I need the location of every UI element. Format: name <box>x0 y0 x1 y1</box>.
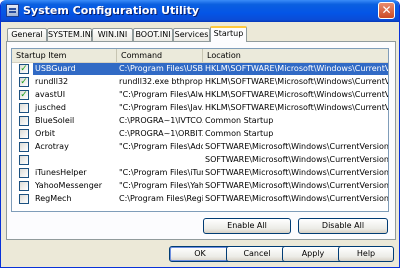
config-window-icon <box>6 4 19 17</box>
location-cell: HKLM\SOFTWARE\Microsoft\Windows\CurrentV… <box>205 90 388 99</box>
table-row[interactable]: RegMech C:\Program Files\Regi... SOFTWARE\… <box>12 193 388 205</box>
startup-item-cell <box>33 154 117 166</box>
startup-item-cell: YahooMessenger <box>35 181 102 190</box>
enable-checkbox[interactable]: ✓ <box>19 90 29 100</box>
table-row[interactable]: ✓ rundll32 rundll32.exe bthprops...HKLM\SO… <box>12 76 388 88</box>
table-row[interactable]: ✓ USBGuardC:\Program Files\USB ...HKLM\SO… <box>12 63 388 75</box>
startup-item-cell: Acrotray <box>35 142 69 151</box>
help-button[interactable]: Help <box>338 246 394 262</box>
apply-button[interactable]: Apply <box>282 246 344 262</box>
close-icon[interactable]: ✕ <box>378 2 395 19</box>
column-header-location[interactable]: Location <box>203 49 388 62</box>
enable-checkbox[interactable]: ✓ <box>19 77 29 87</box>
enable-checkbox[interactable] <box>19 142 29 152</box>
startup-item-cell: rundll32 <box>35 77 69 86</box>
enable-checkbox[interactable] <box>19 194 29 204</box>
enable-checkbox[interactable] <box>19 155 29 165</box>
command-cell: "C:\Program Files\iTun... <box>119 168 203 177</box>
check-mark-icon: ✓ <box>20 64 28 74</box>
enable-all-button[interactable]: Enable All <box>203 218 291 234</box>
startup-item-cell: iTunesHelper <box>35 168 87 177</box>
tab-system-ini[interactable]: SYSTEM.INI <box>47 28 93 41</box>
enable-checkbox[interactable] <box>19 103 29 113</box>
table-row[interactable]: iTunesHelper "C:\Program Files\iTun...SOF… <box>12 167 388 179</box>
check-mark-icon: ✓ <box>20 90 28 100</box>
enable-checkbox[interactable] <box>19 168 29 178</box>
startup-item-cell: jusched <box>35 103 66 112</box>
location-cell: SOFTWARE\Microsoft\Windows\CurrentVersio… <box>205 155 388 164</box>
command-cell: "C:\Program Files\Yah... <box>119 181 203 190</box>
location-cell: HKLM\SOFTWARE\Microsoft\Windows\CurrentV… <box>205 77 388 86</box>
startup-item-cell: Orbit <box>35 129 56 138</box>
startup-item-cell: RegMech <box>35 194 72 203</box>
enable-checkbox[interactable] <box>19 129 29 139</box>
table-row[interactable]: SOFTWARE\Microsoft\Windows\CurrentVersio… <box>12 154 388 166</box>
command-cell: rundll32.exe bthprops... <box>119 77 203 86</box>
location-cell: SOFTWARE\Microsoft\Windows\CurrentVersio… <box>205 194 388 203</box>
startup-list[interactable]: Startup Item Command Location ✓ USBGuard C… <box>11 48 389 212</box>
location-cell: SOFTWARE\Microsoft\Windows\CurrentVersio… <box>205 181 388 190</box>
startup-item-cell: USBGuard <box>33 63 117 75</box>
command-cell: "C:\Program Files\Jav... <box>119 103 203 112</box>
command-cell: C:\Program Files\Regi... <box>119 194 203 203</box>
check-mark-icon: ✓ <box>20 77 28 87</box>
command-cell: C:\Program Files\USB ... <box>117 63 203 75</box>
column-header-startup-item[interactable]: Startup Item <box>12 49 117 62</box>
column-header-command[interactable]: Command <box>117 49 203 62</box>
command-cell <box>117 154 203 166</box>
startup-item-cell: BlueSoleil <box>35 116 75 125</box>
table-row[interactable]: Orbit C:\PROGRA~1\ORBIT... Common Startup <box>12 128 388 140</box>
location-cell: Common Startup <box>205 116 274 125</box>
enable-checkbox[interactable] <box>19 181 29 191</box>
command-cell: C:\PROGRA~1\ORBIT... <box>119 129 203 138</box>
location-cell: HKLM\SOFTWARE\Microsoft\Windows\CurrentV… <box>205 103 388 112</box>
location-cell: Common Startup <box>205 129 274 138</box>
startup-item-cell: avastUI <box>35 90 66 99</box>
table-row[interactable]: jusched "C:\Program Files\Jav... HKLM\SOFT… <box>12 102 388 114</box>
list-header: Startup Item Command Location <box>12 49 388 63</box>
location-cell: SOFTWARE\Microsoft\Windows\CurrentVersio… <box>205 168 388 177</box>
table-row[interactable]: BlueSoleil C:\PROGRA~1\IVTCO... Common Sta… <box>12 115 388 127</box>
location-cell: SOFTWARE\Microsoft\Windows\CurrentVersio… <box>205 142 388 151</box>
command-cell: C:\PROGRA~1\IVTCO... <box>119 116 203 125</box>
tab-win-ini[interactable]: WIN.INI <box>92 28 133 41</box>
tab-boot-ini[interactable]: BOOT.INI <box>133 28 173 41</box>
tab-startup[interactable]: Startup <box>210 26 247 42</box>
ok-button[interactable]: OK <box>169 246 231 262</box>
tab-general[interactable]: General <box>7 28 47 41</box>
enable-checkbox[interactable]: ✓ <box>19 64 29 74</box>
cancel-button[interactable]: Cancel <box>226 246 288 262</box>
system-config-window: System Configuration Utility ✕ General SY… <box>0 0 400 268</box>
command-cell: "C:\Program Files\Ado... <box>119 142 203 151</box>
tab-services[interactable]: Services <box>173 28 210 41</box>
table-row[interactable]: YahooMessenger "C:\Program Files\Yah... SO… <box>12 180 388 192</box>
enable-checkbox[interactable] <box>19 116 29 126</box>
window-title: System Configuration Utility <box>23 4 199 17</box>
location-cell: HKLM\SOFTWARE\Microsoft\Windows\CurrentV… <box>203 63 388 75</box>
title-bar[interactable]: System Configuration Utility ✕ <box>1 0 399 22</box>
command-cell: "C:\Program Files\Alwil ... <box>119 90 203 99</box>
table-row[interactable]: Acrotray "C:\Program Files\Ado...SOFTWARE… <box>12 141 388 153</box>
disable-all-button[interactable]: Disable All <box>298 218 388 234</box>
table-row[interactable]: ✓ avastUI "C:\Program Files\Alwil ...HKLM\… <box>12 89 388 101</box>
